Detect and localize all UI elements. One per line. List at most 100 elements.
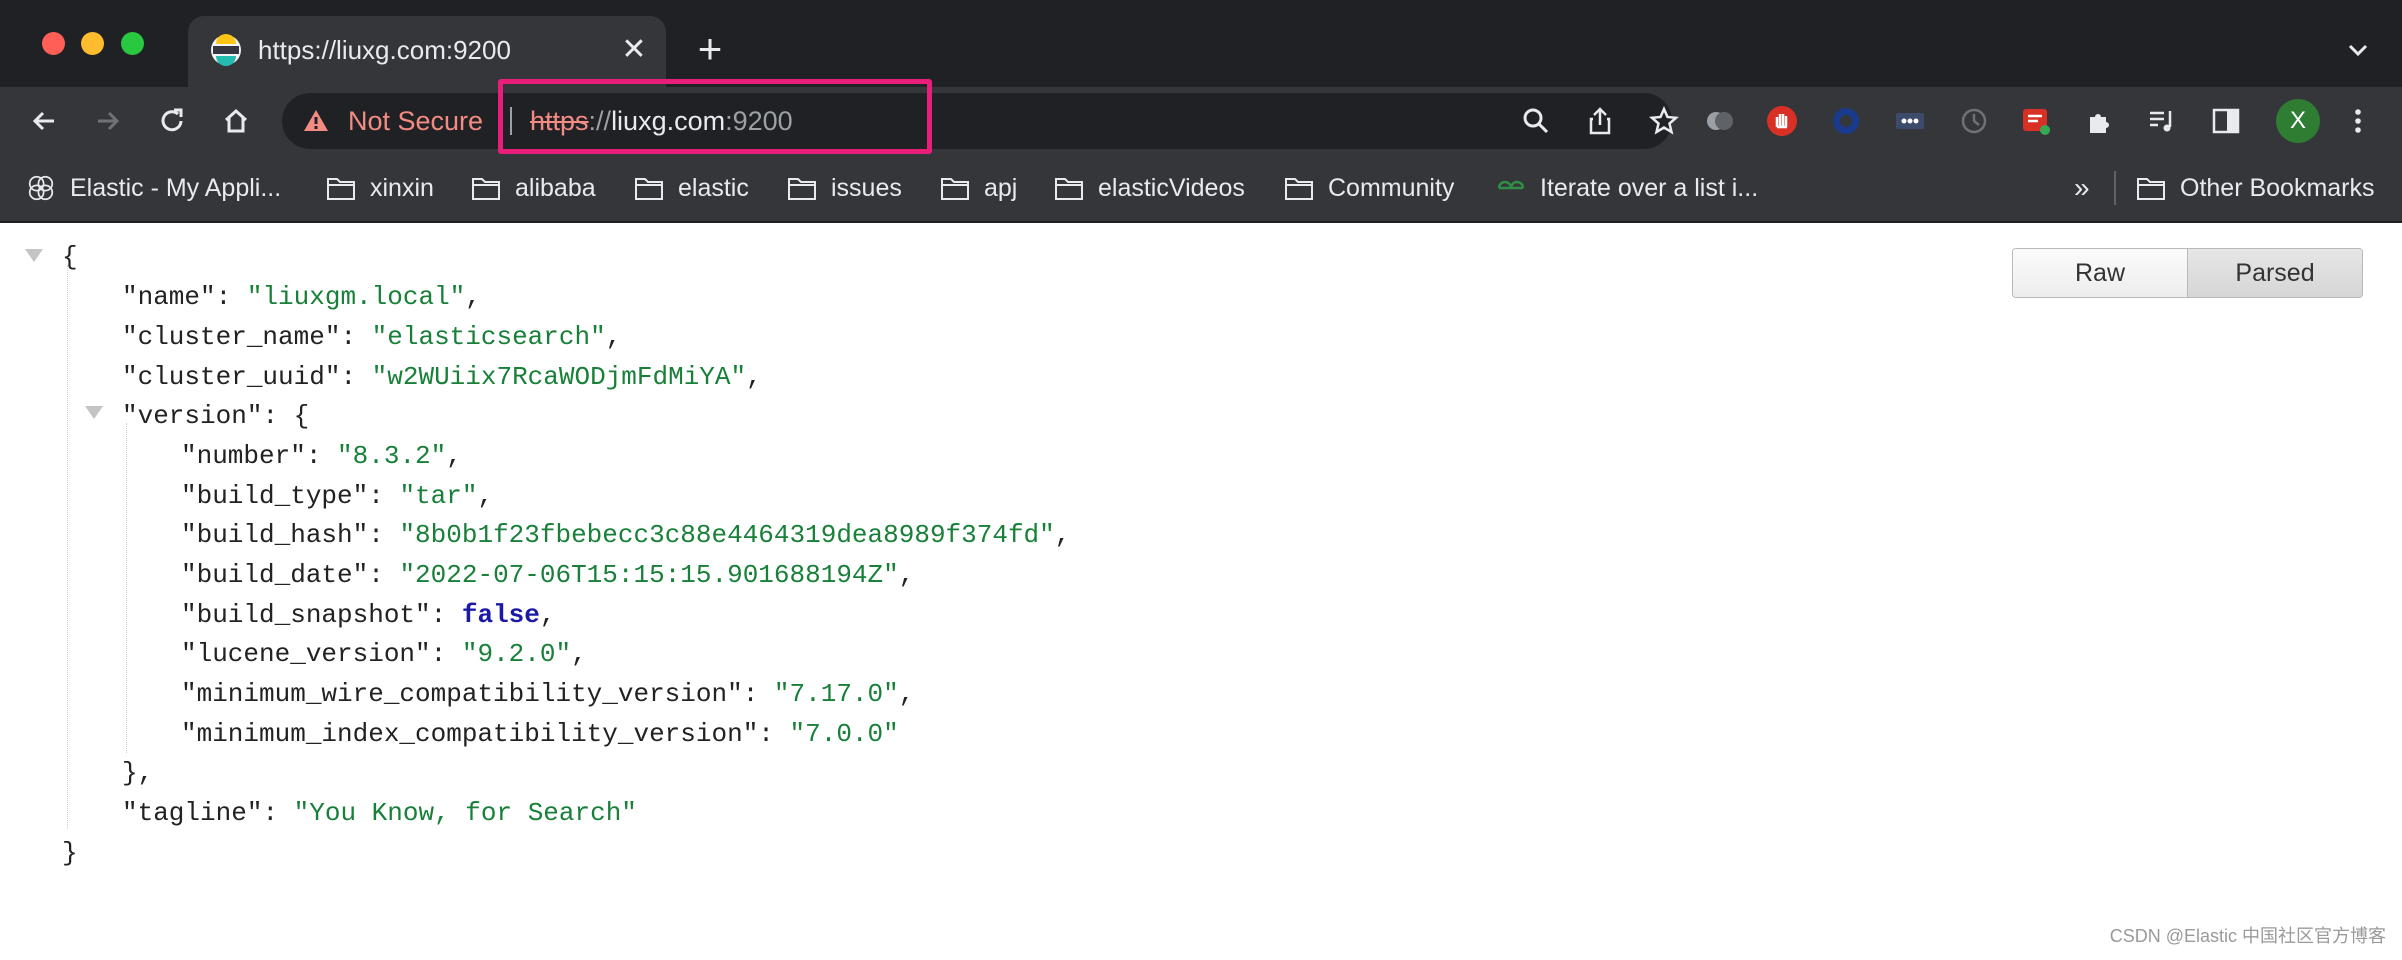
reload-button[interactable] (150, 99, 194, 143)
folder-icon (1055, 178, 1083, 200)
json-key: "minimum_index_compatibility_version" (181, 719, 759, 749)
warning-icon[interactable] (302, 107, 330, 135)
bookmark-folder-xinxin[interactable]: xinxin (326, 169, 434, 207)
bookmark-folder-apj[interactable]: apj (940, 169, 1017, 207)
window-minimize-button[interactable] (81, 32, 104, 55)
active-tab[interactable]: https://liuxg.com:9200 ✕ (188, 16, 666, 87)
media-playlist-icon[interactable] (2146, 105, 2178, 137)
bookmark-folder-alibaba[interactable]: alibaba (471, 169, 596, 207)
collapse-root-icon[interactable] (25, 249, 43, 262)
json-line-build-date: "build_date": "2022-07-06T15:15:15.90168… (181, 560, 915, 590)
raw-view-button[interactable]: Raw (2013, 249, 2187, 297)
bookmarks-bar: Elastic - My Appli... xinxin alibaba ela… (0, 155, 2402, 223)
back-arrow-icon (32, 111, 54, 131)
share-icon[interactable] (1584, 105, 1616, 137)
bookmark-label: issues (831, 173, 902, 202)
json-string-value: "9.2.0" (461, 639, 572, 669)
new-tab-button[interactable]: + (693, 28, 727, 70)
bookmark-label: Other Bookmarks (2180, 173, 2375, 202)
bookmark-elastic[interactable]: Elastic - My Appli... (26, 169, 281, 207)
json-string-value: "liuxgm.local" (246, 282, 466, 312)
home-icon (224, 108, 248, 133)
json-key: "version" (122, 401, 263, 431)
json-line-name: "name": "liuxgm.local", (122, 282, 481, 312)
chevron-down-icon[interactable] (2342, 34, 2374, 66)
dots-extension-icon[interactable] (1894, 105, 1926, 137)
json-open-brace: { (62, 242, 78, 272)
browser-toolbar: Not Secure https://liuxg.com:9200 X (0, 87, 2402, 155)
timer-extension-icon[interactable] (1958, 105, 1990, 137)
json-string-value: "elasticsearch" (371, 322, 606, 352)
folder-icon (941, 178, 969, 200)
tab-strip: https://liuxg.com:9200 ✕ + (0, 0, 2402, 87)
json-string-value: "8.3.2" (337, 441, 447, 471)
security-status-label[interactable]: Not Secure (348, 104, 483, 138)
tab-manager-extension-icon[interactable] (1704, 105, 1736, 137)
json-line-cluster-name: "cluster_name": "elasticsearch", (122, 322, 622, 352)
bookmark-label: elastic (678, 173, 749, 202)
other-bookmarks-folder[interactable]: Other Bookmarks (2136, 169, 2375, 207)
json-close-brace: } (62, 838, 78, 868)
forward-button[interactable] (86, 99, 130, 143)
collapse-version-icon[interactable] (85, 406, 103, 419)
url-highlight-box (498, 79, 932, 154)
bookmarks-overflow-button[interactable]: » (2074, 171, 2090, 205)
side-panel-icon[interactable] (2210, 105, 2242, 137)
watermark: CSDN @Elastic 中国社区官方博客 (2109, 926, 2386, 946)
json-string-value: "7.0.0" (789, 719, 899, 749)
bookmark-folder-elastic[interactable]: elastic (634, 169, 749, 207)
window-close-button[interactable] (42, 32, 65, 55)
bookmark-iterate-list[interactable]: Iterate over a list i... (1496, 169, 1758, 207)
window-maximize-button[interactable] (121, 32, 144, 55)
json-boolean-value: false (461, 600, 540, 630)
json-string-value: "tar" (399, 481, 478, 511)
json-key: "build_date" (181, 560, 369, 590)
json-key: "build_hash" (181, 520, 369, 550)
geeksforgeeks-icon (1497, 180, 1525, 190)
folder-icon (1285, 178, 1313, 200)
json-version-close: }, (122, 758, 154, 788)
bookmark-label: Iterate over a list i... (1540, 173, 1759, 202)
json-string-value: "w2WUiix7RcaWODjmFdMiYA" (371, 362, 747, 392)
json-line-tagline: "tagline": "You Know, for Search" (122, 798, 637, 828)
indent-guide (67, 265, 69, 829)
bookmark-folder-community[interactable]: Community (1284, 169, 1454, 207)
address-bar[interactable]: Not Secure https://liuxg.com:9200 (282, 93, 1680, 149)
bookmark-label: alibaba (515, 173, 596, 202)
bookmark-folder-elasticvideos[interactable]: elasticVideos (1054, 169, 1245, 207)
folder-icon (635, 178, 663, 200)
bookmarks-divider (2114, 171, 2116, 205)
search-icon[interactable] (1520, 105, 1552, 137)
json-line-build-hash: "build_hash": "8b0b1f23fbebecc3c88e44643… (181, 520, 1071, 550)
home-button[interactable] (214, 99, 258, 143)
back-button[interactable] (22, 99, 66, 143)
close-tab-icon[interactable]: ✕ (618, 34, 650, 66)
folder-icon (788, 178, 816, 200)
bookmark-label: Community (1328, 173, 1455, 202)
more-menu-icon[interactable] (2342, 105, 2374, 137)
reload-icon (161, 108, 183, 132)
forward-arrow-icon (98, 111, 120, 131)
bookmark-folder-issues[interactable]: issues (787, 169, 902, 207)
profile-avatar[interactable]: X (2276, 99, 2320, 143)
folder-icon (2137, 178, 2165, 200)
bookmark-label: Elastic - My Appli... (70, 173, 282, 202)
json-line-build-snapshot: "build_snapshot": false, (181, 600, 556, 630)
bookmark-label: elasticVideos (1098, 173, 1245, 202)
json-line-cluster-uuid: "cluster_uuid": "w2WUiix7RcaWODjmFdMiYA"… (122, 362, 762, 392)
circle-extension-icon[interactable] (1830, 105, 1862, 137)
elastic-logo-icon (28, 175, 54, 201)
elastic-favicon-icon (211, 34, 241, 66)
folder-icon (472, 178, 500, 200)
bookmark-star-icon[interactable] (1648, 105, 1680, 137)
json-string-value: "2022-07-06T15:15:15.901688194Z" (399, 560, 899, 590)
json-key: "cluster_name" (122, 322, 341, 352)
notes-extension-icon[interactable] (2020, 105, 2052, 137)
json-line-lucene-version: "lucene_version": "9.2.0", (181, 639, 587, 669)
parsed-view-button[interactable]: Parsed (2187, 249, 2362, 297)
json-key: "build_type" (181, 481, 369, 511)
hand-stop-extension-icon[interactable] (1766, 105, 1798, 137)
extensions-puzzle-icon[interactable] (2084, 105, 2116, 137)
bookmark-label: xinxin (370, 173, 434, 202)
json-string-value: "8b0b1f23fbebecc3c88e4464319dea8989f374f… (399, 520, 1055, 550)
